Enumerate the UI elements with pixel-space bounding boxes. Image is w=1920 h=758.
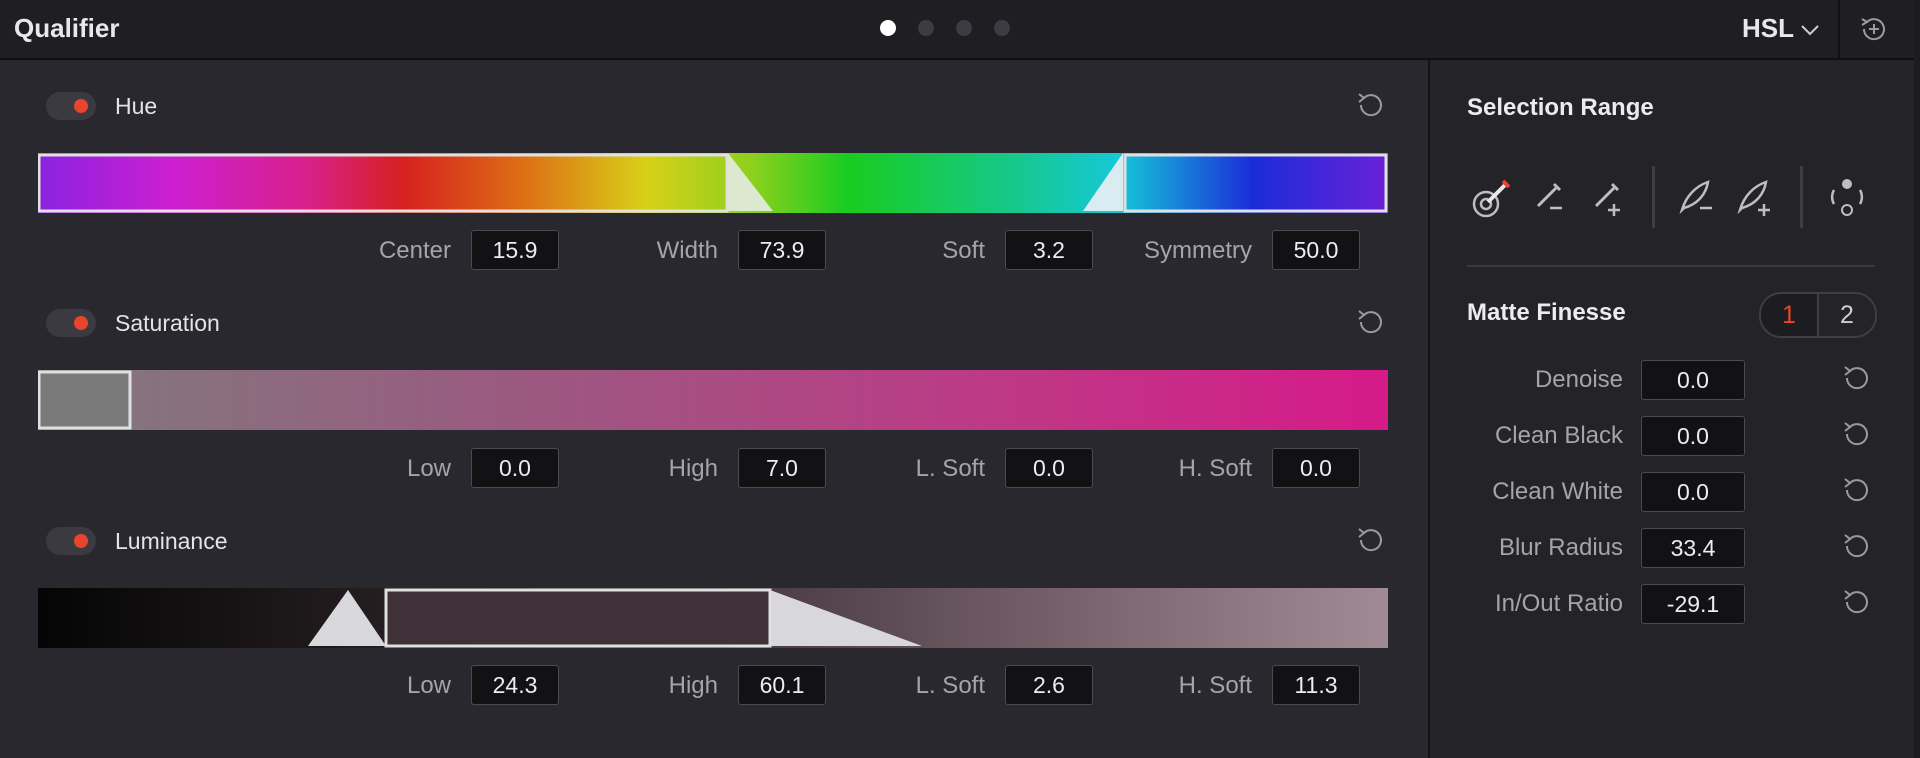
matte-finesse-tabs: 1 2 bbox=[1759, 292, 1877, 338]
hue-label: Hue bbox=[115, 93, 158, 119]
lum-low-field[interactable]: 24.3 bbox=[471, 665, 559, 705]
feather-plus-icon[interactable] bbox=[1730, 172, 1780, 222]
hue-param-label: Symmetry bbox=[1144, 237, 1252, 264]
toggle-knob bbox=[74, 99, 88, 113]
hue-param-label: Width bbox=[656, 237, 718, 264]
matte-row-label: Clean Black bbox=[1494, 422, 1623, 449]
hue-param-label: Soft bbox=[942, 237, 985, 264]
denoise-reset-icon[interactable] bbox=[1840, 362, 1872, 394]
page-dot-4[interactable] bbox=[994, 20, 1010, 36]
hue-reset-icon[interactable] bbox=[1354, 89, 1386, 121]
page-dot-2[interactable] bbox=[918, 20, 934, 36]
matte-finesse-title: Matte Finesse bbox=[1467, 299, 1626, 326]
blur-radius-reset-icon[interactable] bbox=[1840, 530, 1872, 562]
clean-black-reset-icon[interactable] bbox=[1840, 418, 1872, 450]
sat-lsoft-field[interactable]: 0.0 bbox=[1005, 448, 1093, 488]
hue-toggle[interactable] bbox=[46, 92, 96, 120]
section-divider bbox=[1467, 265, 1875, 267]
luminance-range-bar[interactable] bbox=[38, 588, 1388, 648]
sat-low-field[interactable]: 0.0 bbox=[471, 448, 559, 488]
sat-hsoft-field[interactable]: 0.0 bbox=[1272, 448, 1360, 488]
clean-white-field[interactable]: 0.0 bbox=[1641, 472, 1745, 512]
tool-divider bbox=[1652, 166, 1655, 228]
sat-param-label: Low bbox=[406, 455, 451, 482]
hue-range-bar[interactable] bbox=[38, 153, 1388, 213]
denoise-field[interactable]: 0.0 bbox=[1641, 360, 1745, 400]
sat-high-field[interactable]: 7.0 bbox=[738, 448, 826, 488]
toggle-knob bbox=[74, 316, 88, 330]
tool-divider bbox=[1800, 166, 1803, 228]
picker-minus-icon[interactable] bbox=[1526, 172, 1576, 222]
lum-lsoft-field[interactable]: 2.6 bbox=[1005, 665, 1093, 705]
lum-param-label: High bbox=[668, 672, 718, 699]
lum-param-label: L. Soft bbox=[915, 672, 985, 699]
saturation-range-bar[interactable] bbox=[38, 370, 1388, 430]
in-out-ratio-field[interactable]: -29.1 bbox=[1641, 584, 1745, 624]
matte-row-label: Blur Radius bbox=[1498, 534, 1623, 561]
picker-icon[interactable] bbox=[1468, 172, 1518, 222]
hue-symmetry-field[interactable]: 50.0 bbox=[1272, 230, 1360, 270]
page-dot-3[interactable] bbox=[956, 20, 972, 36]
lum-param-label: H. Soft bbox=[1178, 672, 1252, 699]
toggle-knob bbox=[74, 534, 88, 548]
add-node-icon[interactable] bbox=[1858, 13, 1890, 45]
selection-range-title: Selection Range bbox=[1467, 94, 1654, 121]
hue-soft-field[interactable]: 3.2 bbox=[1005, 230, 1093, 270]
header-divider bbox=[1838, 0, 1840, 58]
matte-row-label: In/Out Ratio bbox=[1494, 590, 1623, 617]
luminance-label: Luminance bbox=[115, 528, 228, 554]
lum-high-field[interactable]: 60.1 bbox=[738, 665, 826, 705]
saturation-reset-icon[interactable] bbox=[1354, 306, 1386, 338]
invert-icon[interactable] bbox=[1822, 172, 1872, 222]
feather-minus-icon[interactable] bbox=[1672, 172, 1722, 222]
lum-param-label: Low bbox=[406, 672, 451, 699]
panel-title: Qualifier bbox=[14, 13, 120, 43]
hue-width-field[interactable]: 73.9 bbox=[738, 230, 826, 270]
saturation-toggle[interactable] bbox=[46, 309, 96, 337]
page-dots bbox=[880, 20, 1010, 36]
matte-tab-2[interactable]: 2 bbox=[1819, 294, 1875, 336]
clean-black-field[interactable]: 0.0 bbox=[1641, 416, 1745, 456]
page-dot-1[interactable] bbox=[880, 20, 896, 36]
lum-hsoft-field[interactable]: 11.3 bbox=[1272, 665, 1360, 705]
picker-plus-icon[interactable] bbox=[1584, 172, 1634, 222]
sat-param-label: H. Soft bbox=[1178, 455, 1252, 482]
sat-param-label: High bbox=[668, 455, 718, 482]
sat-param-label: L. Soft bbox=[915, 455, 985, 482]
matte-row-label: Clean White bbox=[1492, 478, 1623, 505]
hue-param-label: Center bbox=[378, 237, 451, 264]
selection-panel bbox=[1430, 60, 1920, 758]
mode-dropdown[interactable]: HSL bbox=[1742, 13, 1794, 44]
clean-white-reset-icon[interactable] bbox=[1840, 474, 1872, 506]
matte-row-label: Denoise bbox=[1534, 366, 1623, 393]
matte-tab-1[interactable]: 1 bbox=[1761, 294, 1819, 336]
panel-header: Qualifier HSL bbox=[0, 0, 1920, 60]
in-out-ratio-reset-icon[interactable] bbox=[1840, 586, 1872, 618]
luminance-toggle[interactable] bbox=[46, 527, 96, 555]
window-edge bbox=[1914, 0, 1920, 758]
saturation-label: Saturation bbox=[115, 310, 220, 336]
blur-radius-field[interactable]: 33.4 bbox=[1641, 528, 1745, 568]
chevron-down-icon[interactable] bbox=[1798, 18, 1822, 42]
hue-center-field[interactable]: 15.9 bbox=[471, 230, 559, 270]
